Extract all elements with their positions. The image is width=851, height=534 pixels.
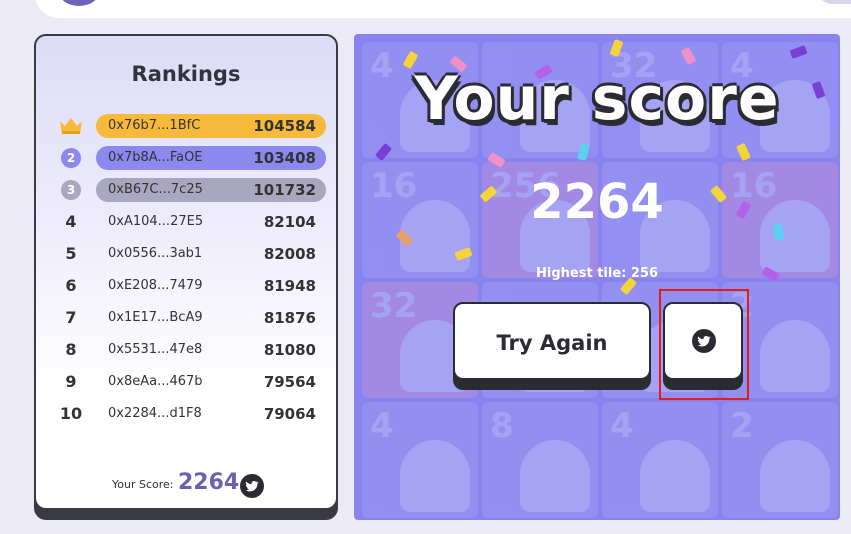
rankings-title: Rankings — [131, 62, 241, 86]
background-tile-number: 4 — [370, 406, 394, 446]
ranking-score: 104584 — [253, 117, 316, 135]
ranking-address: 0x76b7...1BfC — [108, 118, 201, 133]
ranking-score: 79064 — [263, 405, 316, 423]
try-again-button[interactable]: Try Again — [453, 302, 651, 380]
otter-image — [760, 440, 830, 512]
ranking-address: 0x7b8A...FaOE — [108, 150, 203, 165]
background-tile-number: 8 — [490, 406, 514, 446]
ranking-row: 0x76b7...1BfC 104584 — [56, 114, 328, 138]
ranking-address: 0x1E17...BcA9 — [108, 310, 203, 325]
ranking-address: 0xB67C...7c25 — [108, 182, 203, 197]
twitter-share-small-button[interactable] — [240, 474, 264, 498]
background-tile: 2 — [722, 402, 838, 518]
ranking-position: 5 — [65, 244, 77, 263]
highest-tile: Highest tile: 256 — [536, 266, 658, 281]
ranking-address: 0x2284...d1F8 — [108, 406, 202, 421]
ranking-score: 79564 — [263, 373, 316, 391]
ranking-score: 101732 — [253, 181, 316, 199]
ranking-row: 8 0x5531...47e8 81080 — [56, 338, 328, 362]
page-title: Your score — [414, 64, 780, 134]
crown-icon — [60, 118, 82, 134]
otter-image — [640, 440, 710, 512]
otter-image — [520, 440, 590, 512]
ranking-position: 6 — [65, 276, 77, 295]
ranking-address: 0x8eAa...467b — [108, 374, 203, 389]
ranking-score: 81080 — [263, 341, 316, 359]
rankings-card: Rankings 0x76b7...1BfC 104584 2 0x7b8A..… — [34, 34, 338, 510]
ranking-row: 9 0x8eAa...467b 79564 — [56, 370, 328, 394]
ranking-row: 7 0x1E17...BcA9 81876 — [56, 306, 328, 330]
ranking-row: 2 0x7b8A...FaOE 103408 — [56, 146, 328, 170]
background-tile-number: 32 — [370, 286, 418, 326]
ranking-address: 0xE208...7479 — [108, 278, 203, 293]
ranking-address: 0x5531...47e8 — [108, 342, 203, 357]
highlight-box — [659, 289, 749, 400]
ranking-score: 81876 — [263, 309, 316, 327]
your-score-label: Your Score: — [112, 478, 174, 491]
ranking-position: 10 — [59, 404, 83, 423]
bronze-medal-icon: 3 — [61, 180, 81, 200]
otter-image — [760, 320, 830, 392]
ranking-score: 82008 — [263, 245, 316, 263]
score-panel: 4 32 4 16 256 16 32 2 4 8 4 2 Your score… — [354, 34, 840, 520]
ranking-row: 6 0xE208...7479 81948 — [56, 274, 328, 298]
ranking-position: 8 — [65, 340, 77, 359]
top-bar — [35, 0, 851, 18]
ranking-position: 9 — [65, 372, 77, 391]
silver-medal-icon: 2 — [61, 148, 81, 168]
ranking-row: 3 0xB67C...7c25 101732 — [56, 178, 328, 202]
background-tile: 4 — [362, 402, 478, 518]
background-tile: 8 — [482, 402, 598, 518]
ranking-address: 0xA104...27E5 — [108, 214, 204, 229]
ranking-row: 5 0x0556...3ab1 82008 — [56, 242, 328, 266]
background-tile: 4 — [602, 402, 718, 518]
ranking-score: 81948 — [263, 277, 316, 295]
background-tile-number: 4 — [610, 406, 634, 446]
final-score: 2264 — [530, 174, 664, 230]
ranking-position: 7 — [65, 308, 77, 327]
twitter-icon — [245, 481, 259, 492]
otter-image — [400, 440, 470, 512]
ranking-position: 4 — [65, 212, 77, 231]
ranking-address: 0x0556...3ab1 — [108, 246, 203, 261]
ranking-row: 10 0x2284...d1F8 79064 — [56, 402, 328, 426]
your-score-value: 2264 — [178, 470, 240, 495]
ranking-score: 82104 — [263, 213, 316, 231]
ranking-row: 4 0xA104...27E5 82104 — [56, 210, 328, 234]
background-tile-number: 2 — [730, 406, 754, 446]
ranking-score: 103408 — [253, 149, 316, 167]
